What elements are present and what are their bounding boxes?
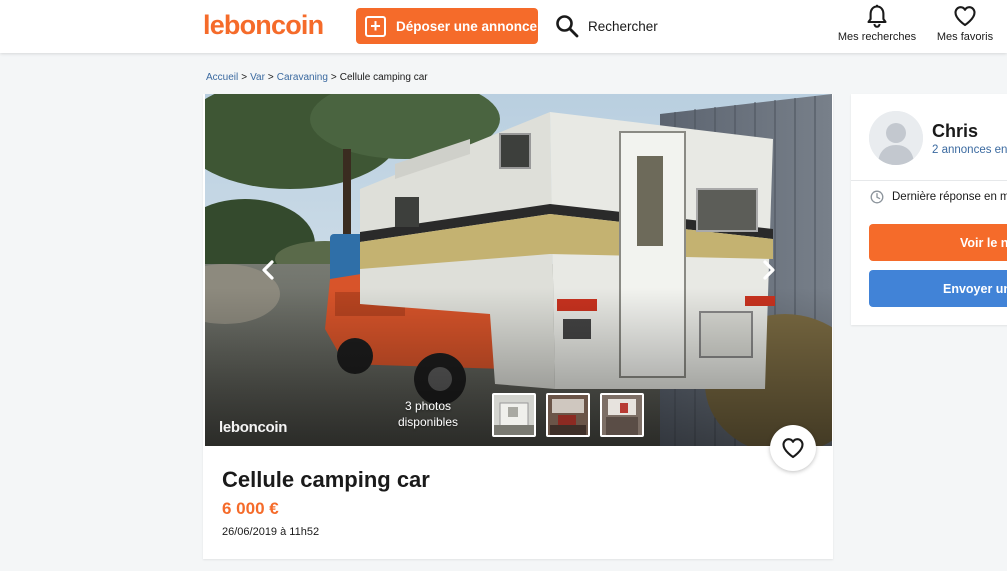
photo-thumbnail-3[interactable] bbox=[600, 393, 644, 437]
divider bbox=[851, 180, 1007, 181]
photo-gallery[interactable]: leboncoin 3 photos disponibles bbox=[205, 94, 832, 446]
seller-ads-link[interactable]: 2 annonces en ligne bbox=[932, 144, 1007, 156]
saved-searches-link[interactable]: Mes recherches bbox=[836, 4, 918, 48]
heart-icon bbox=[954, 6, 976, 27]
photo-count[interactable]: 3 photos disponibles bbox=[393, 398, 463, 430]
send-message-button[interactable]: Envoyer un message bbox=[869, 270, 1007, 307]
search-label: Rechercher bbox=[588, 18, 658, 34]
last-reply-info: Dernière réponse en moins d'1h bbox=[870, 190, 1007, 204]
seller-card: Chris 2 annonces en ligne Dernière répon… bbox=[851, 94, 1007, 325]
search-button[interactable]: Rechercher bbox=[555, 13, 658, 39]
leboncoin-watermark: leboncoin bbox=[219, 419, 288, 436]
thumbnail-image bbox=[494, 395, 534, 435]
photo-thumbnail-2[interactable] bbox=[546, 393, 590, 437]
user-avatar-icon bbox=[869, 111, 923, 165]
saved-searches-label: Mes recherches bbox=[837, 31, 917, 43]
send-message-label: Envoyer un message bbox=[943, 281, 1007, 296]
heart-icon bbox=[782, 438, 804, 459]
top-header: leboncoin + Déposer une annonce Recherch… bbox=[0, 0, 1007, 53]
breadcrumb-region[interactable]: Var bbox=[250, 72, 265, 83]
add-to-favorites-button[interactable] bbox=[770, 425, 816, 471]
photo-count-line2: disponibles bbox=[397, 415, 459, 429]
plus-square-icon: + bbox=[365, 15, 386, 37]
breadcrumb-current: Cellule camping car bbox=[339, 72, 428, 83]
breadcrumb-separator: > bbox=[330, 72, 337, 83]
thumbnail-image bbox=[548, 395, 588, 435]
search-icon bbox=[556, 15, 579, 38]
seller-name[interactable]: Chris bbox=[932, 121, 978, 142]
thumbnail-image bbox=[602, 395, 642, 435]
photo-thumbnail-1[interactable] bbox=[492, 393, 536, 437]
breadcrumb-category[interactable]: Caravaning bbox=[277, 72, 328, 83]
previous-photo-button[interactable] bbox=[250, 252, 286, 288]
chevron-left-icon bbox=[262, 260, 274, 280]
listing-title: Cellule camping car bbox=[222, 467, 430, 492]
clock-icon bbox=[870, 190, 884, 204]
breadcrumb-home[interactable]: Accueil bbox=[206, 72, 238, 83]
show-phone-label: Voir le numéro bbox=[960, 235, 1007, 250]
next-photo-button[interactable] bbox=[751, 252, 787, 288]
favorites-label: Mes favoris bbox=[936, 31, 994, 43]
favorites-link[interactable]: Mes favoris bbox=[934, 4, 996, 48]
bell-icon bbox=[867, 4, 887, 28]
breadcrumb-separator: > bbox=[241, 72, 248, 83]
chevron-right-icon bbox=[763, 260, 775, 280]
breadcrumb-separator: > bbox=[267, 72, 274, 83]
leboncoin-logo[interactable]: leboncoin bbox=[203, 9, 324, 41]
post-ad-button[interactable]: + Déposer une annonce bbox=[356, 8, 538, 44]
listing-date: 26/06/2019 à 11h52 bbox=[222, 526, 320, 538]
breadcrumb: Accueil > Var > Caravaning > Cellule camping c… bbox=[206, 72, 428, 83]
show-phone-button[interactable]: Voir le numéro bbox=[869, 224, 1007, 261]
post-ad-label: Déposer une annonce bbox=[396, 18, 538, 34]
listing-price: 6 000 € bbox=[222, 499, 279, 518]
last-reply-label: Dernière réponse en moins d'1h bbox=[892, 191, 1007, 203]
photo-count-line1: 3 photos bbox=[404, 399, 452, 413]
avatar[interactable] bbox=[869, 111, 923, 165]
listing-card: leboncoin 3 photos disponibles Cellule c… bbox=[203, 94, 833, 559]
